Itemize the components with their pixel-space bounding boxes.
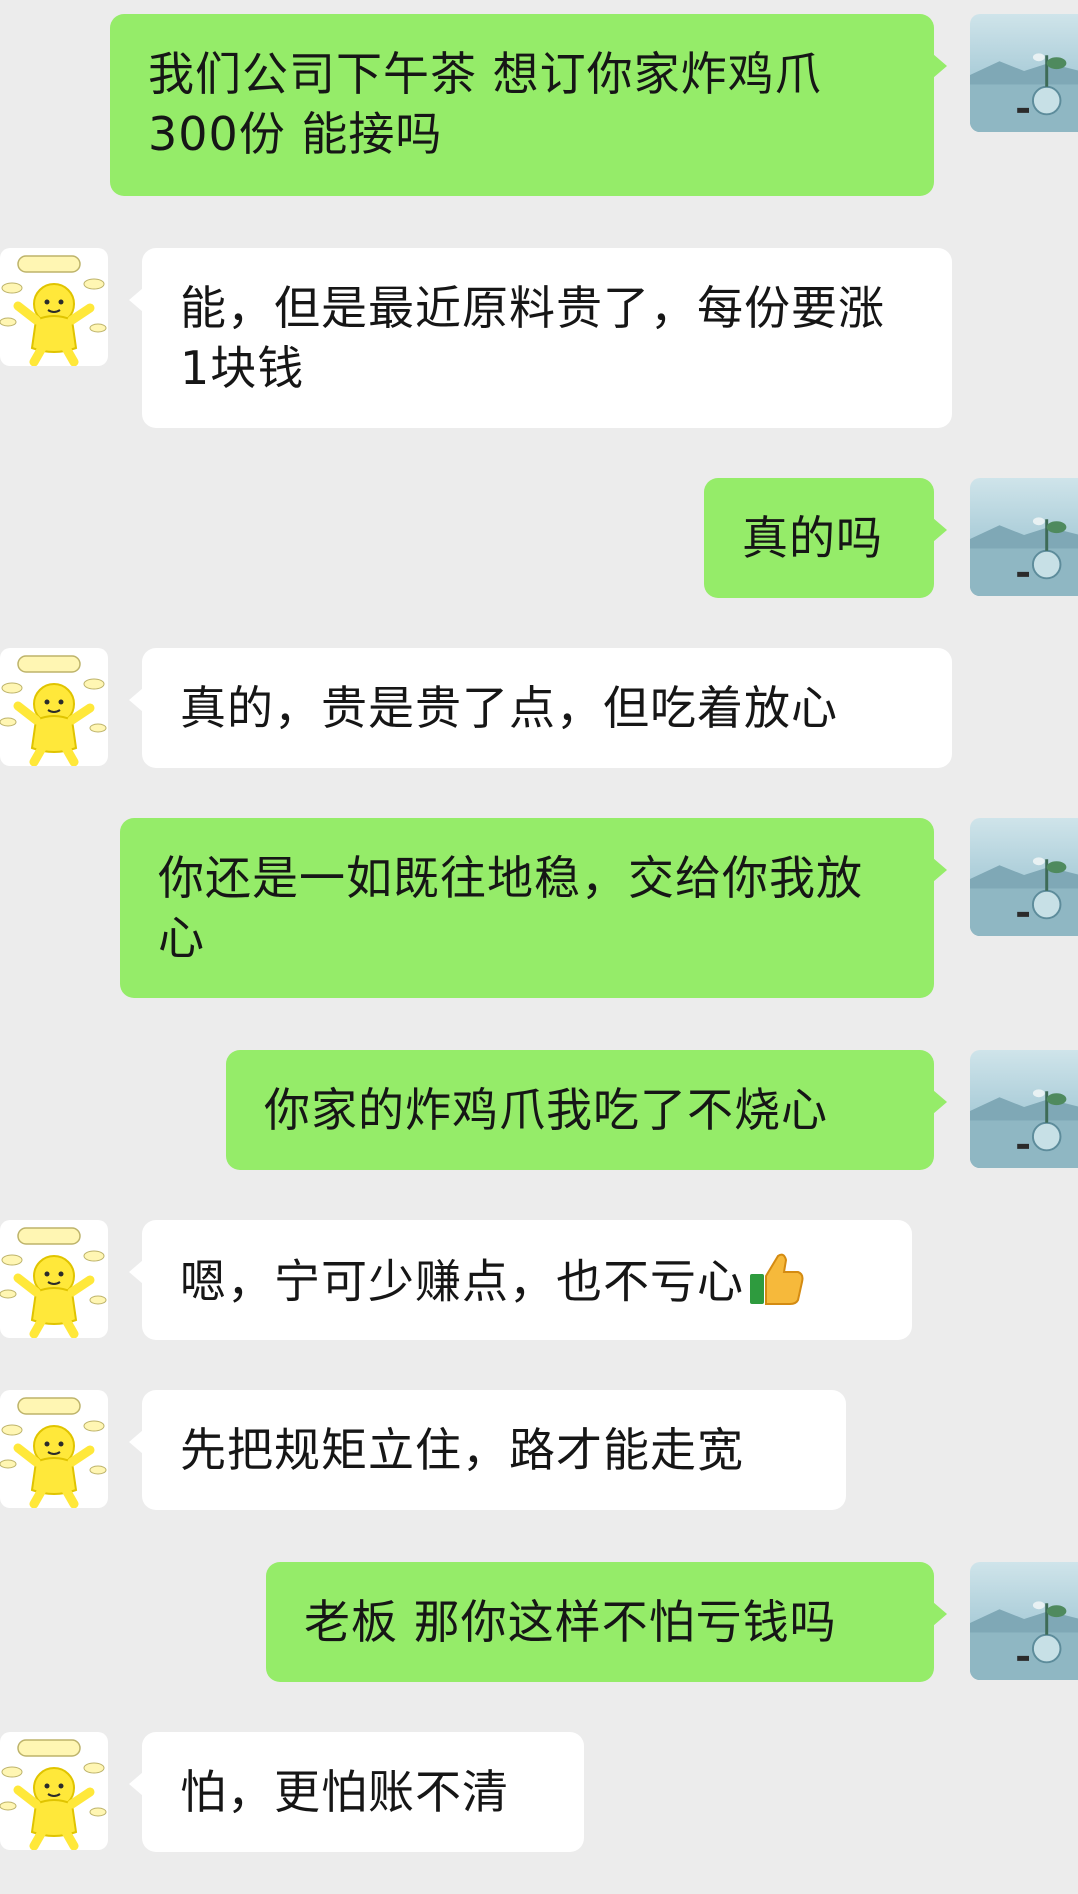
contact-avatar[interactable] <box>0 648 108 766</box>
my-avatar[interactable] <box>970 1050 1078 1168</box>
contact-avatar[interactable] <box>0 248 108 366</box>
message-bubble-sent[interactable]: 你还是一如既往地稳，交给你我放心 <box>120 818 947 998</box>
yellow-cartoon-avatar-icon <box>0 1390 108 1508</box>
message-text: 能，但是最近原料贵了，每份要涨1块钱 <box>180 281 885 395</box>
my-avatar[interactable] <box>970 478 1078 596</box>
message-text: 先把规矩立住，路才能走宽 <box>180 1423 744 1477</box>
message-text: 我们公司下午茶 想订你家炸鸡爪300份 能接吗 <box>148 47 822 161</box>
message-bubble-sent[interactable]: 老板 那你这样不怕亏钱吗 <box>266 1562 947 1682</box>
message-text: 你还是一如既往地稳，交给你我放心 <box>158 851 863 965</box>
yellow-cartoon-avatar-icon <box>0 1732 108 1850</box>
message-bubble-sent[interactable]: 我们公司下午茶 想订你家炸鸡爪300份 能接吗 <box>110 14 947 196</box>
contact-avatar[interactable] <box>0 1390 108 1508</box>
message-bubble-received[interactable]: 先把规矩立住，路才能走宽 <box>129 1390 846 1510</box>
lake-vase-avatar-icon <box>970 818 1078 936</box>
lake-vase-avatar-icon <box>970 14 1078 132</box>
contact-avatar[interactable] <box>0 1732 108 1850</box>
yellow-cartoon-avatar-icon <box>0 1220 108 1338</box>
message-bubble-received[interactable]: 嗯，宁可少赚点，也不亏心 <box>129 1220 912 1340</box>
message-text: 老板 那你这样不怕亏钱吗 <box>304 1595 837 1649</box>
yellow-cartoon-avatar-icon <box>0 248 108 366</box>
contact-avatar[interactable] <box>0 1220 108 1338</box>
lake-vase-avatar-icon <box>970 478 1078 596</box>
message-bubble-received[interactable]: 能，但是最近原料贵了，每份要涨1块钱 <box>129 248 952 428</box>
message-text: 真的，贵是贵了点，但吃着放心 <box>180 681 838 735</box>
my-avatar[interactable] <box>970 14 1078 132</box>
message-text: 怕，更怕账不清 <box>180 1765 509 1819</box>
thumbs-up-icon <box>748 1250 806 1320</box>
message-bubble-received[interactable]: 怕，更怕账不清 <box>129 1732 584 1852</box>
lake-vase-avatar-icon <box>970 1050 1078 1168</box>
message-bubble-sent[interactable]: 真的吗 <box>704 478 947 598</box>
my-avatar[interactable] <box>970 818 1078 936</box>
lake-vase-avatar-icon <box>970 1562 1078 1680</box>
chat-area: 我们公司下午茶 想订你家炸鸡爪300份 能接吗 能，但是最近原料贵了，每份要涨1… <box>0 0 1078 1894</box>
message-text: 你家的炸鸡爪我吃了不烧心 <box>264 1083 828 1137</box>
message-text: 嗯，宁可少赚点，也不亏心 <box>180 1254 744 1309</box>
message-text: 真的吗 <box>742 511 883 565</box>
message-bubble-sent[interactable]: 你家的炸鸡爪我吃了不烧心 <box>226 1050 947 1170</box>
message-bubble-received[interactable]: 真的，贵是贵了点，但吃着放心 <box>129 648 952 768</box>
yellow-cartoon-avatar-icon <box>0 648 108 766</box>
my-avatar[interactable] <box>970 1562 1078 1680</box>
